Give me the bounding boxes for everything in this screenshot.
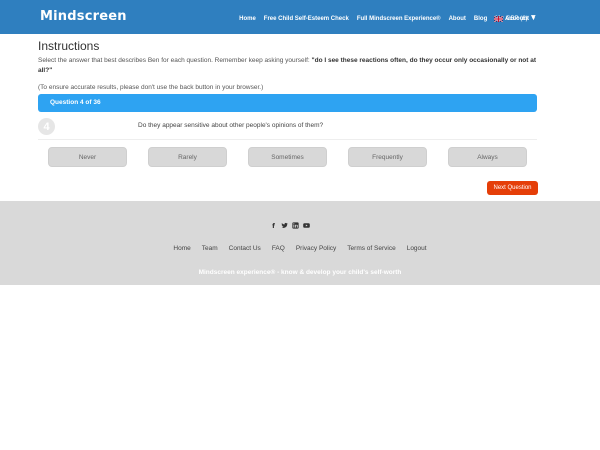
footer-link-team[interactable]: Team bbox=[202, 245, 218, 252]
footer-link-home[interactable]: Home bbox=[173, 245, 190, 252]
youtube-icon[interactable] bbox=[303, 222, 310, 229]
nav-about[interactable]: About bbox=[449, 16, 466, 22]
next-question-button[interactable]: Next Question bbox=[487, 181, 538, 195]
twitter-icon[interactable] bbox=[281, 222, 288, 229]
instructions-plain: Select the answer that best describes Be… bbox=[38, 57, 312, 64]
answer-never-button[interactable]: Never bbox=[48, 147, 127, 167]
answer-always-button[interactable]: Always bbox=[448, 147, 527, 167]
progress-label: Question 4 of 36 bbox=[50, 99, 101, 106]
question-number-badge: 4 bbox=[38, 118, 55, 135]
footer-link-contact[interactable]: Contact Us bbox=[229, 245, 261, 252]
footer-link-logout[interactable]: Logout bbox=[407, 245, 427, 252]
site-footer: f Home Team Contact Us FAQ Privacy Polic… bbox=[0, 201, 600, 285]
nav-full-experience[interactable]: Full Mindscreen Experience® bbox=[357, 16, 441, 22]
facebook-icon[interactable]: f bbox=[270, 222, 277, 230]
footer-tagline: Mindscreen experience® - know & develop … bbox=[198, 269, 402, 276]
currency-switcher[interactable]: GBP (£) bbox=[494, 14, 528, 24]
answer-options: Never Rarely Sometimes Frequently Always bbox=[0, 147, 600, 167]
social-links: f bbox=[270, 222, 310, 230]
uk-flag-icon bbox=[494, 16, 503, 22]
currency-label: GBP (£) bbox=[506, 16, 528, 22]
answer-rarely-button[interactable]: Rarely bbox=[148, 147, 227, 167]
nav-free-check[interactable]: Free Child Self-Esteem Check bbox=[264, 16, 349, 22]
footer-link-terms[interactable]: Terms of Service bbox=[347, 245, 395, 252]
footer-link-faq[interactable]: FAQ bbox=[272, 245, 285, 252]
question-progress-bar: Question 4 of 36 bbox=[38, 94, 537, 112]
answer-sometimes-button[interactable]: Sometimes bbox=[248, 147, 327, 167]
chevron-down-icon[interactable]: ▼ bbox=[531, 14, 536, 21]
site-logo[interactable]: Mindscreen bbox=[40, 9, 127, 24]
footer-nav: Home Team Contact Us FAQ Privacy Policy … bbox=[0, 245, 600, 252]
linkedin-icon[interactable] bbox=[292, 222, 299, 229]
instructions-text: Select the answer that best describes Be… bbox=[38, 56, 550, 76]
question-text: Do they appear sensitive about other peo… bbox=[138, 122, 324, 129]
nav-blog[interactable]: Blog bbox=[474, 16, 487, 22]
page-title: Instructions bbox=[38, 39, 100, 53]
site-header: Mindscreen Home Free Child Self-Esteem C… bbox=[0, 0, 600, 34]
footer-link-privacy[interactable]: Privacy Policy bbox=[296, 245, 336, 252]
answer-frequently-button[interactable]: Frequently bbox=[348, 147, 427, 167]
divider bbox=[38, 139, 537, 140]
nav-home[interactable]: Home bbox=[239, 16, 256, 22]
main-nav: Home Free Child Self-Esteem Check Full M… bbox=[239, 14, 536, 24]
back-button-note: (To ensure accurate results, please don'… bbox=[38, 84, 264, 91]
